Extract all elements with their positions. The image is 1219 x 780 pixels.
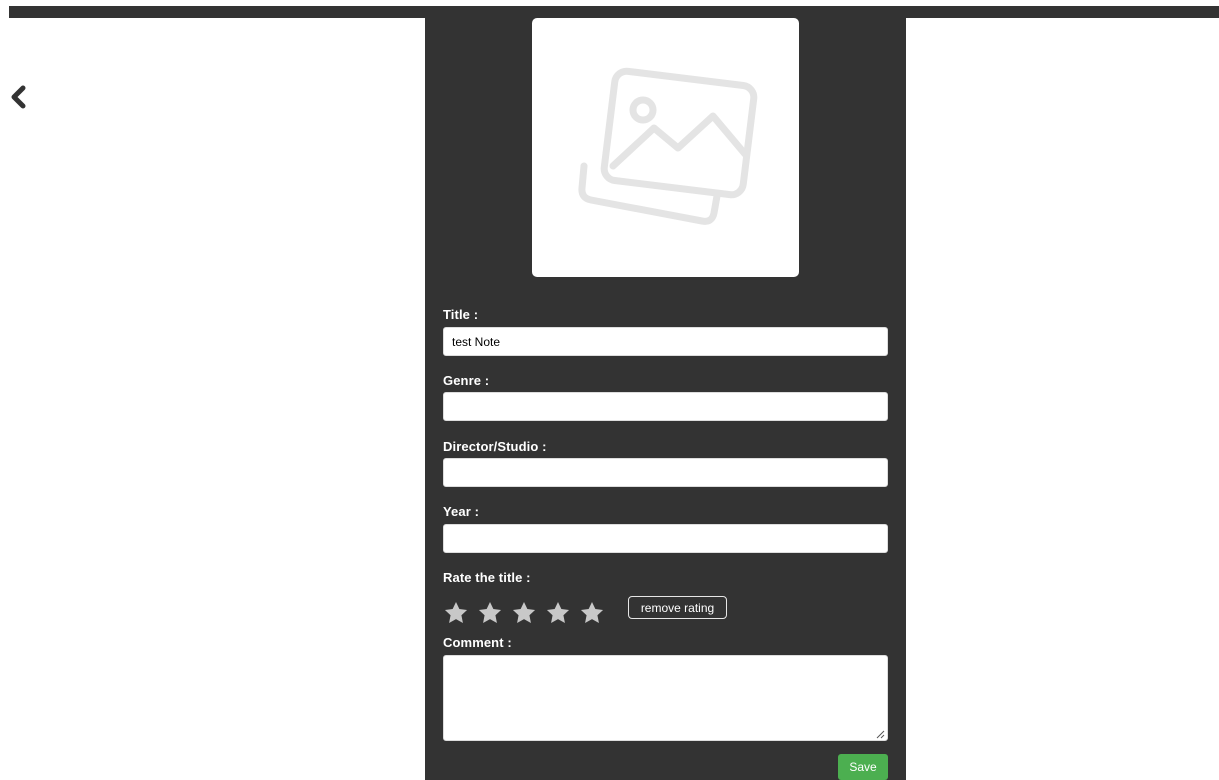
star-rating <box>443 600 613 628</box>
note-edit-panel: Title : Genre : Director/Studio : Year :… <box>425 18 906 780</box>
year-input[interactable] <box>443 524 888 553</box>
image-placeholder-icon <box>578 67 758 225</box>
star-icon[interactable] <box>477 600 503 626</box>
title-label: Title : <box>443 307 479 322</box>
resize-grip-icon[interactable] <box>876 730 885 739</box>
director-studio-input[interactable] <box>443 458 888 487</box>
remove-rating-button[interactable]: remove rating <box>628 596 727 619</box>
chevron-left-icon <box>11 85 26 109</box>
comment-label: Comment : <box>443 635 512 650</box>
cover-image-placeholder[interactable] <box>532 18 799 277</box>
star-icon[interactable] <box>579 600 605 626</box>
comment-textarea[interactable] <box>443 655 888 741</box>
rating-label: Rate the title : <box>443 570 531 585</box>
title-input[interactable] <box>443 327 888 356</box>
save-button[interactable]: Save <box>838 754 888 780</box>
top-bar <box>9 6 1219 18</box>
genre-input[interactable] <box>443 392 888 421</box>
back-button[interactable] <box>8 84 30 112</box>
star-icon[interactable] <box>511 600 537 626</box>
year-label: Year : <box>443 504 480 519</box>
star-icon[interactable] <box>545 600 571 626</box>
star-icon[interactable] <box>443 600 469 626</box>
genre-label: Genre : <box>443 373 490 388</box>
director-studio-label: Director/Studio : <box>443 439 547 454</box>
